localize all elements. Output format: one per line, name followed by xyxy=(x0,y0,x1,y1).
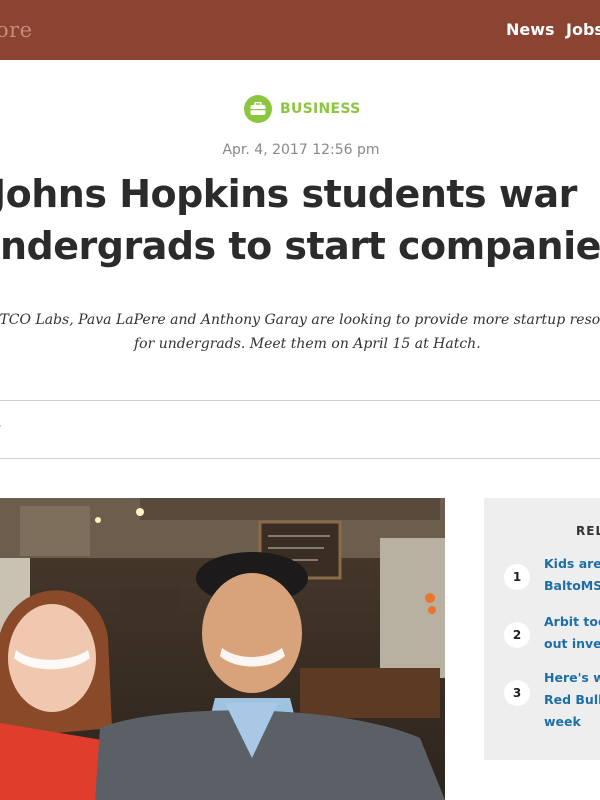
related-link-line[interactable]: out inves xyxy=(544,633,600,655)
article-timestamp: Apr. 4, 2017 12:56 pm xyxy=(222,142,380,158)
related-title: REL xyxy=(576,524,600,538)
headline-line-1: Johns Hopkins students war xyxy=(0,172,577,216)
related-number: 1 xyxy=(504,564,530,590)
related-link-line[interactable]: BaltoMSD xyxy=(544,575,600,597)
nav-jobs-link[interactable]: Jobs xyxy=(566,20,600,39)
divider xyxy=(0,400,600,401)
byline-fragment[interactable]: › xyxy=(0,418,2,434)
briefcase-icon xyxy=(244,95,272,123)
related-link-line[interactable]: week xyxy=(544,711,600,733)
related-number: 3 xyxy=(504,680,530,706)
related-link-line[interactable]: Arbit tool xyxy=(544,611,600,633)
category-label: BUSINESS xyxy=(280,101,361,117)
article-page: ore News Jobs BUSINESS Apr. 4, 2017 12:5… xyxy=(0,0,600,800)
divider xyxy=(0,458,600,459)
site-logo[interactable]: ore xyxy=(0,18,33,42)
related-link-line[interactable]: Here's wh xyxy=(544,667,600,689)
dek-line-2: for undergrads. Meet them on April 15 at… xyxy=(134,336,481,352)
site-header: ore News Jobs xyxy=(0,0,600,60)
related-link-line[interactable]: Kids are i xyxy=(544,553,600,575)
category-tag[interactable]: BUSINESS xyxy=(244,94,361,124)
related-articles-panel: REL 1 Kids are i BaltoMSD 2 Arbit tool o… xyxy=(484,498,600,760)
article-photo xyxy=(0,498,445,800)
headline-line-2: ndergrads to start companie xyxy=(0,224,600,268)
related-link-line[interactable]: Red Bull A xyxy=(544,689,600,711)
photo-illustration xyxy=(0,498,445,800)
nav-news-link[interactable]: News xyxy=(506,20,555,39)
article-dek: h TCO Labs, Pava LaPere and Anthony Gara… xyxy=(0,308,600,356)
dek-line-1: h TCO Labs, Pava LaPere and Anthony Gara… xyxy=(0,312,600,328)
article-headline: Johns Hopkins students war ndergrads to … xyxy=(0,168,600,272)
related-number: 2 xyxy=(504,622,530,648)
